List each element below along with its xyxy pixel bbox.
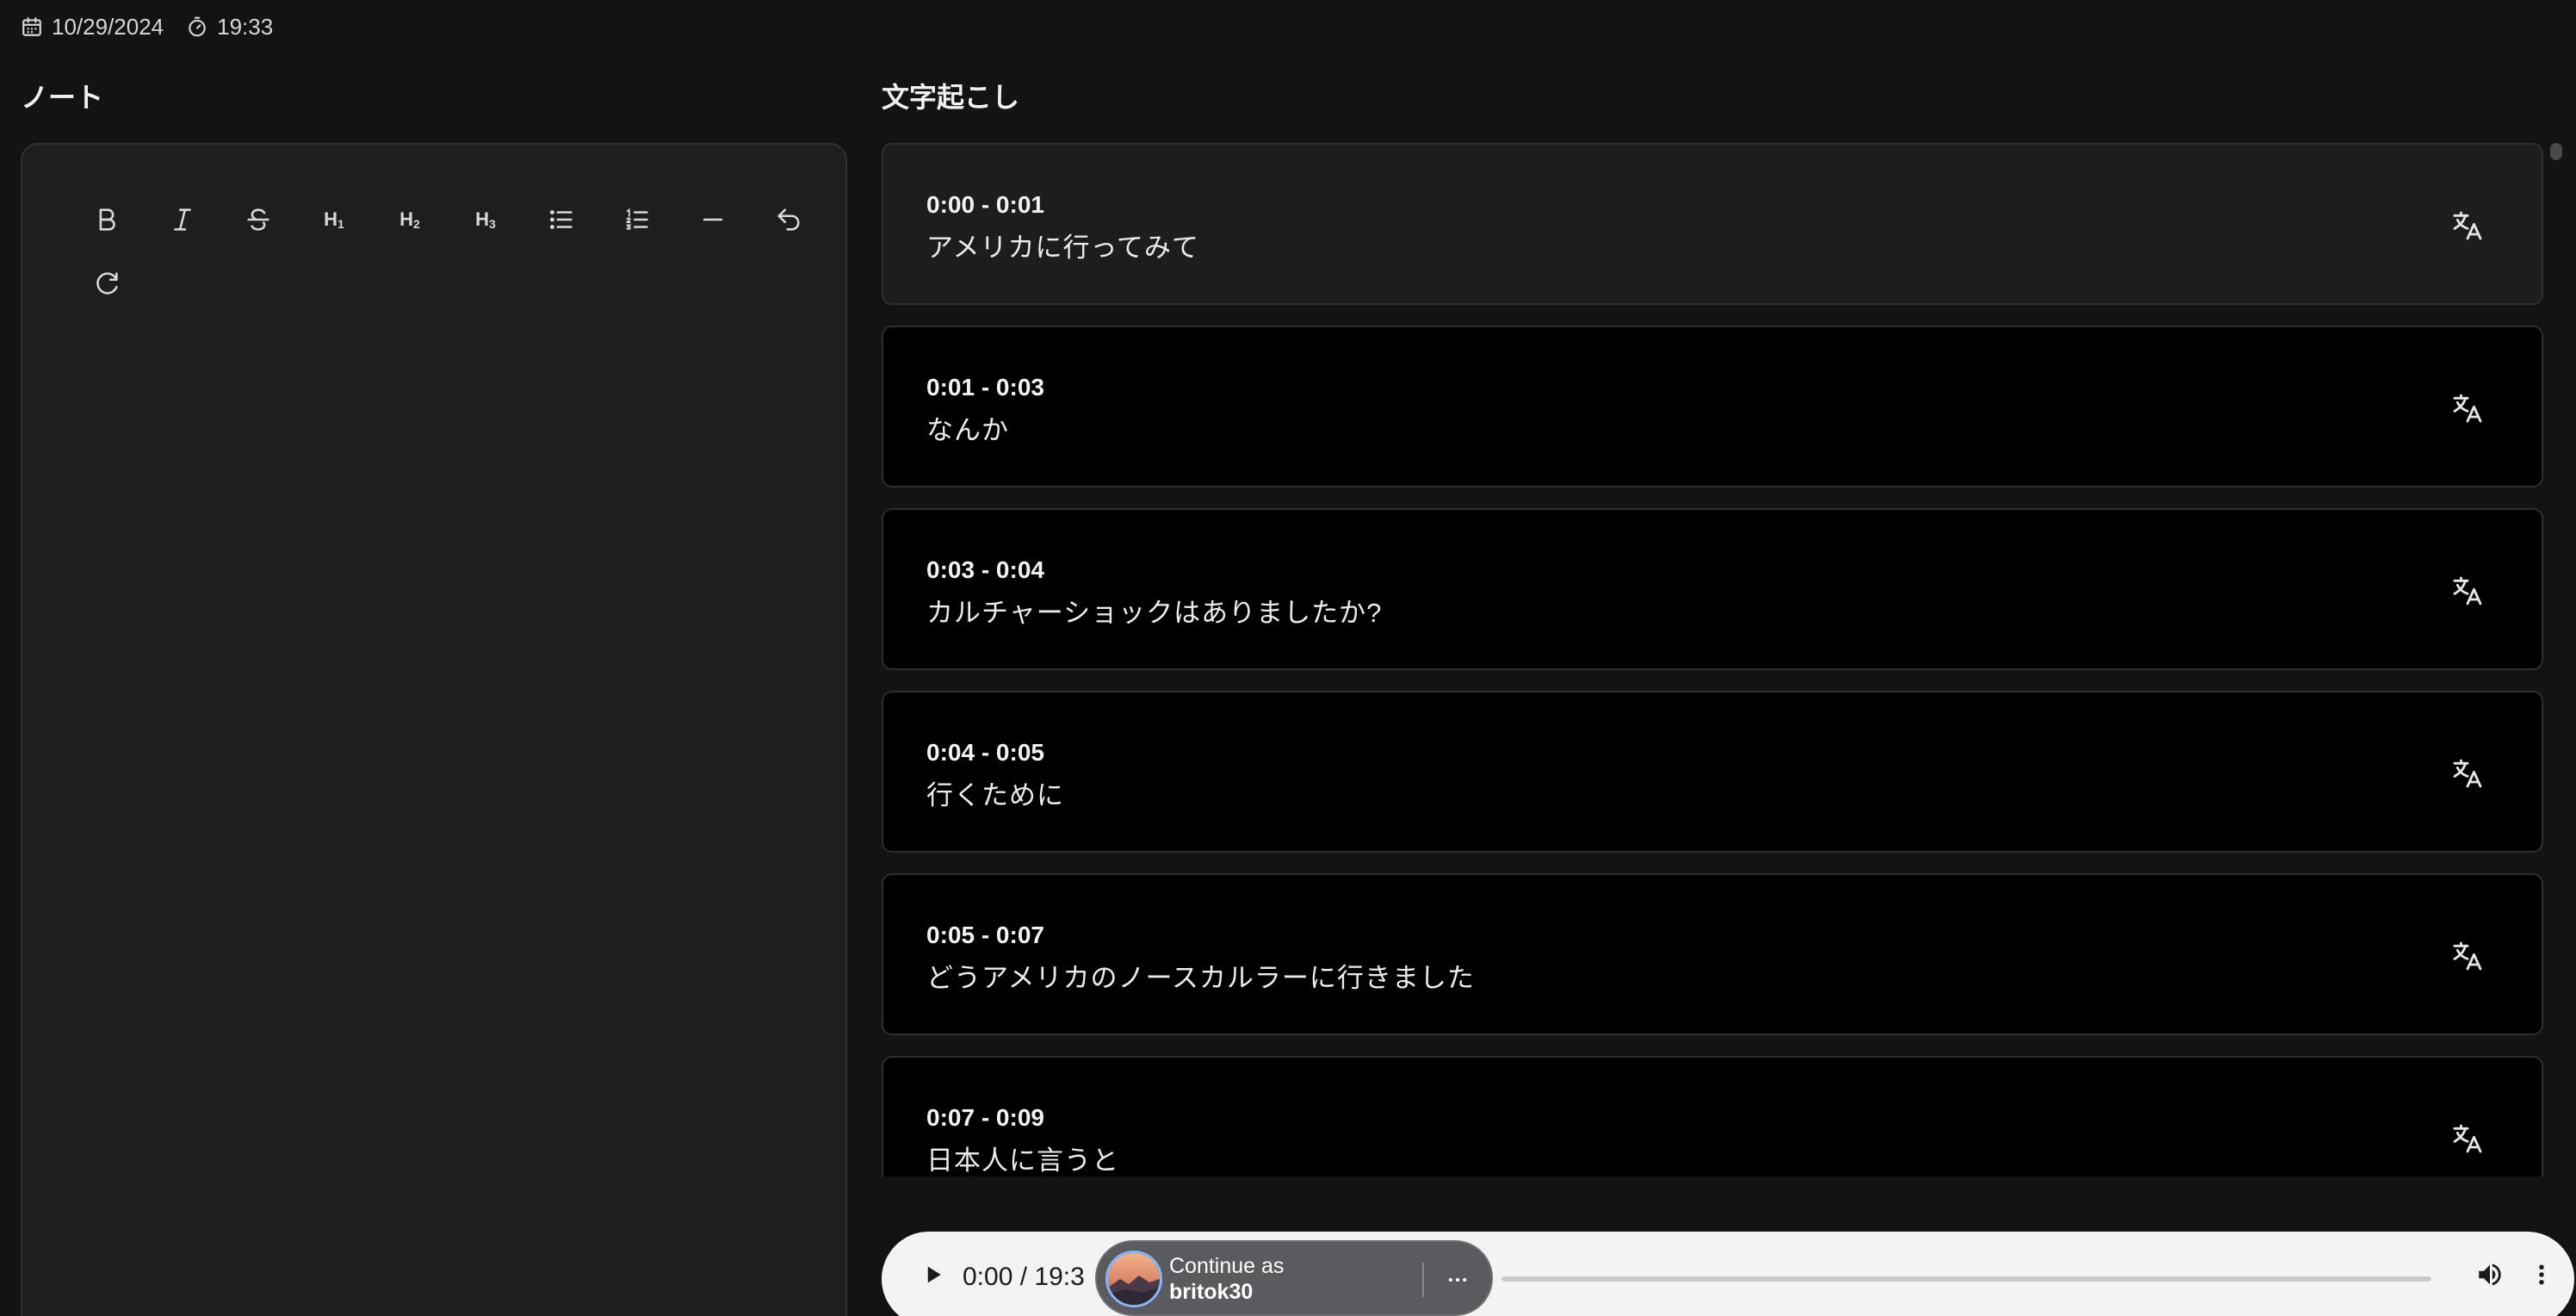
more-vertical-icon <box>2539 1264 2544 1285</box>
translate-icon <box>2453 211 2482 240</box>
horizontal-rule-icon <box>703 218 723 221</box>
segment-text: カルチャーショックはありましたか? <box>926 598 1383 628</box>
undo-button[interactable] <box>751 188 827 251</box>
transcript-segment[interactable]: 0:03 - 0:04 カルチャーショックはありましたか? <box>882 508 2543 670</box>
translate-button[interactable] <box>2447 388 2488 429</box>
bold-icon <box>99 208 115 231</box>
segment-time: 0:07 - 0:09 <box>926 1104 1044 1131</box>
strikethrough-button[interactable] <box>220 188 296 251</box>
redo-button[interactable] <box>69 251 145 315</box>
notes-editor-panel[interactable]: H1 H2 H3 <box>21 143 847 1316</box>
account-more-button[interactable] <box>1434 1259 1481 1300</box>
italic-icon <box>174 208 191 231</box>
notes-title: ノート <box>21 82 104 113</box>
translate-icon <box>2453 759 2482 788</box>
duration-info: 19:33 <box>186 14 273 40</box>
bold-button[interactable] <box>69 188 145 251</box>
account-username: britok30 <box>1169 1280 1254 1304</box>
volume-icon <box>2479 1263 2501 1286</box>
translate-button[interactable] <box>2447 935 2488 977</box>
translate-button[interactable] <box>2447 1118 2488 1159</box>
italic-button[interactable] <box>145 188 220 251</box>
continue-as-account-button[interactable]: Continue as britok30 <box>1095 1240 1493 1316</box>
translate-button[interactable] <box>2447 753 2488 794</box>
ordered-list-icon <box>626 208 648 230</box>
heading2-label: H2 <box>399 208 420 231</box>
segment-time: 0:05 - 0:07 <box>926 922 1044 948</box>
translate-button[interactable] <box>2447 205 2488 246</box>
duration-text: 19:33 <box>217 13 274 40</box>
bullet-list-button[interactable] <box>523 188 599 251</box>
calendar-icon <box>22 17 41 36</box>
avatar-image <box>1108 1253 1160 1305</box>
translate-icon <box>2453 1124 2482 1153</box>
ordered-list-button[interactable] <box>599 188 675 251</box>
translate-icon <box>2453 576 2482 605</box>
segment-time: 0:04 - 0:05 <box>926 739 1044 766</box>
seek-bar[interactable] <box>1502 1276 2431 1282</box>
segment-text: なんか <box>926 415 1009 445</box>
recording-meta: 10/29/2024 19:33 <box>21 12 273 41</box>
player-more-button[interactable] <box>2523 1256 2561 1294</box>
transcript-segment[interactable]: 0:00 - 0:01 アメリカに行ってみて <box>882 143 2543 305</box>
heading3-label: H3 <box>475 208 496 231</box>
editor-toolbar: H1 H2 H3 <box>69 188 827 315</box>
date-text: 10/29/2024 <box>52 13 164 40</box>
redo-icon <box>96 272 118 295</box>
segment-text: アメリカに行ってみて <box>926 233 1199 263</box>
transcription-list[interactable]: 0:00 - 0:01 アメリカに行ってみて 0:01 - 0:03 なんか 0… <box>882 143 2543 1176</box>
transcript-segment[interactable]: 0:07 - 0:09 日本人に言うと <box>882 1056 2543 1176</box>
date-info: 10/29/2024 <box>21 14 164 40</box>
strikethrough-icon <box>247 208 269 231</box>
pill-divider <box>1422 1263 1424 1297</box>
transcription-title: 文字起こし <box>882 82 1020 113</box>
segment-text: 日本人に言うと <box>926 1145 1119 1176</box>
translate-button[interactable] <box>2447 570 2488 611</box>
heading1-button[interactable]: H1 <box>296 188 372 251</box>
timer-icon <box>189 16 206 37</box>
transcription-scrollbar[interactable] <box>2550 143 2562 160</box>
segment-time: 0:01 - 0:03 <box>926 374 1044 400</box>
more-horizontal-icon <box>1448 1277 1467 1282</box>
heading1-label: H1 <box>324 208 344 231</box>
heading3-button[interactable]: H3 <box>448 188 523 251</box>
segment-text: どうアメリカのノースカルラーに行きました <box>926 963 1475 993</box>
play-icon <box>927 1266 941 1283</box>
bullet-list-icon <box>549 210 573 229</box>
transcript-segment[interactable]: 0:04 - 0:05 行くために <box>882 691 2543 853</box>
transcript-segment[interactable]: 0:05 - 0:07 どうアメリカのノースカルラーに行きました <box>882 873 2543 1035</box>
segment-text: 行くために <box>926 780 1064 810</box>
play-button[interactable] <box>914 1256 952 1294</box>
volume-button[interactable] <box>2471 1256 2509 1294</box>
segment-time: 0:00 - 0:01 <box>926 191 1044 218</box>
continue-as-label: Continue as <box>1169 1254 1285 1278</box>
horizontal-rule-button[interactable] <box>675 188 751 251</box>
heading2-button[interactable]: H2 <box>372 188 448 251</box>
segment-time: 0:03 - 0:04 <box>926 556 1044 583</box>
transcript-segment[interactable]: 0:01 - 0:03 なんか <box>882 326 2543 487</box>
avatar <box>1105 1251 1162 1307</box>
time-readout: 0:00 / 19:3 <box>963 1263 1085 1291</box>
app-root: 10/29/2024 19:33 ノート H1 H2 H3 文字起こし 0:00… <box>0 0 2576 1316</box>
translate-icon <box>2453 394 2482 423</box>
translate-icon <box>2453 941 2482 971</box>
undo-icon <box>777 208 800 231</box>
